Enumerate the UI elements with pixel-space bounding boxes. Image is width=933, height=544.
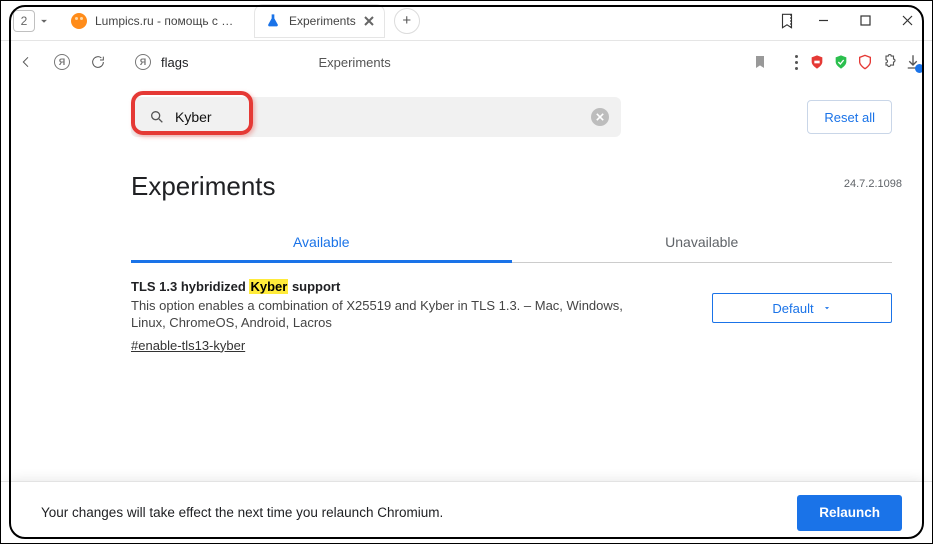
site-identity-icon: Я [135, 54, 151, 70]
tab-experiments-title: Experiments [289, 14, 356, 28]
reload-button[interactable] [83, 47, 113, 77]
flag-title: TLS 1.3 hybridized Kyber support [131, 279, 692, 294]
menu-button[interactable] [794, 55, 798, 70]
version-label: 24.7.2.1098 [844, 178, 902, 190]
flag-tabs: Available Unavailable [131, 224, 892, 263]
new-tab-button[interactable]: + [394, 8, 420, 34]
tab-close-icon[interactable] [364, 16, 374, 26]
yandex-logo-icon: Я [54, 54, 70, 70]
window-maximize-button[interactable] [844, 1, 886, 41]
relaunch-footer: Your changes will take effect the next t… [1, 481, 932, 543]
search-clear-button[interactable] [591, 108, 609, 126]
downloads-badge [915, 64, 924, 73]
flag-state-select[interactable]: Default [712, 293, 892, 323]
search-icon [149, 109, 165, 125]
tab-count-badge: 2 [13, 10, 35, 32]
extensions-icon[interactable] [880, 53, 898, 71]
page-title: Experiments [131, 171, 892, 202]
yandex-home-button[interactable]: Я [47, 47, 77, 77]
reset-all-button[interactable]: Reset all [807, 100, 892, 134]
security-extension-icon[interactable] [832, 53, 850, 71]
back-button[interactable] [11, 47, 41, 77]
tab-lumpics[interactable]: Lumpics.ru - помощь с ком [61, 5, 245, 37]
address-page-title: Experiments [318, 55, 390, 70]
window-close-button[interactable] [886, 1, 928, 41]
privacy-extension-icon[interactable] [856, 53, 874, 71]
titlebar: 2 Lumpics.ru - помощь с ком Experiments … [1, 1, 932, 41]
adblock-extension-icon[interactable] [808, 53, 826, 71]
tab-experiments[interactable]: Experiments [255, 5, 384, 37]
window-minimize-button[interactable] [802, 1, 844, 41]
flag-anchor-link[interactable]: #enable-tls13-kyber [131, 338, 245, 353]
flag-state-label: Default [772, 301, 813, 316]
flags-page: Reset all Experiments 24.7.2.1098 Availa… [1, 83, 932, 481]
downloads-button[interactable] [904, 53, 922, 71]
chevron-down-icon [822, 303, 832, 313]
reading-list-icon[interactable] [778, 12, 796, 30]
relaunch-button[interactable]: Relaunch [797, 495, 902, 531]
toolbar: Я Я flags Experiments [1, 41, 932, 83]
tab-unavailable[interactable]: Unavailable [512, 224, 893, 263]
flag-description: This option enables a combination of X25… [131, 298, 651, 332]
address-url-text: flags [161, 55, 188, 70]
lumpics-favicon-icon [71, 13, 87, 29]
tab-available[interactable]: Available [131, 224, 512, 263]
address-bar[interactable]: Я flags Experiments [125, 47, 778, 77]
flags-search-input[interactable] [173, 108, 233, 126]
tab-count-group[interactable]: 2 [13, 10, 51, 32]
flags-search-box[interactable] [131, 97, 621, 137]
bookmark-icon[interactable] [752, 54, 768, 70]
flask-icon [265, 13, 281, 29]
relaunch-message: Your changes will take effect the next t… [41, 505, 443, 520]
browser-window: 2 Lumpics.ru - помощь с ком Experiments … [0, 0, 933, 544]
tab-lumpics-title: Lumpics.ru - помощь с ком [95, 14, 235, 28]
search-match-highlight: Kyber [249, 279, 288, 294]
flag-row: TLS 1.3 hybridized Kyber support This op… [131, 279, 892, 353]
chevron-down-icon [37, 14, 51, 28]
